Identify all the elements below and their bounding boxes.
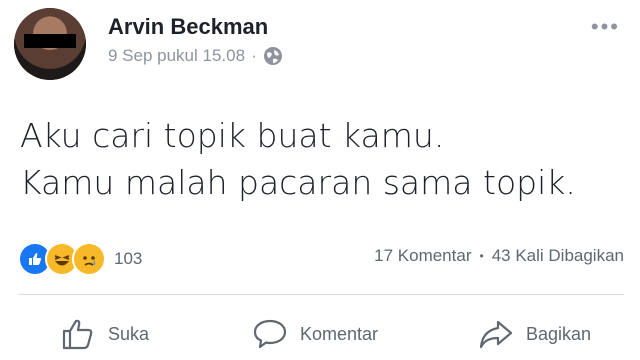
avatar[interactable] <box>14 8 86 80</box>
share-count[interactable]: 43 Kali Dibagikan <box>492 246 624 266</box>
meta-separator: · <box>251 46 257 65</box>
comment-label: Komentar <box>300 323 379 344</box>
sad-reaction-icon <box>72 242 106 276</box>
like-label: Suka <box>108 323 150 344</box>
post-timestamp[interactable]: 9 Sep pukul 15.08 <box>108 46 245 66</box>
post-text: Aku cari topik buat kamu. Kamu malah pac… <box>20 112 576 206</box>
comment-count[interactable]: 17 Komentar <box>374 246 471 266</box>
post-text-line: Aku cari topik buat kamu. <box>20 116 445 155</box>
like-button[interactable]: Suka <box>60 316 149 352</box>
engagement-counts: 17 Komentar • 43 Kali Dibagikan <box>374 246 624 266</box>
share-label: Bagikan <box>526 323 592 344</box>
reactions-summary[interactable]: 103 <box>18 242 142 276</box>
facebook-post: Arvin Beckman 9 Sep pukul 15.08 · ••• Ak… <box>0 0 640 360</box>
share-icon <box>479 320 513 349</box>
globe-icon[interactable] <box>263 46 283 66</box>
censor-bar <box>24 34 76 48</box>
stats-separator: • <box>479 249 484 263</box>
comment-icon <box>253 319 287 349</box>
post-header: Arvin Beckman 9 Sep pukul 15.08 · ••• <box>14 8 626 80</box>
reaction-count: 103 <box>114 249 143 268</box>
post-text-line: Kamu malah pacaran sama topik. <box>20 163 576 202</box>
divider <box>18 294 624 295</box>
action-bar: Suka Komentar Bagikan <box>0 310 640 360</box>
post-meta: 9 Sep pukul 15.08 · <box>108 46 283 66</box>
more-options-icon[interactable]: ••• <box>591 14 620 40</box>
post-stats: 103 17 Komentar • 43 Kali Dibagikan <box>18 240 624 276</box>
thumbs-up-icon <box>62 319 93 350</box>
share-button[interactable]: Bagikan <box>478 316 591 352</box>
author-name[interactable]: Arvin Beckman <box>108 14 268 40</box>
comment-button[interactable]: Komentar <box>252 316 378 352</box>
